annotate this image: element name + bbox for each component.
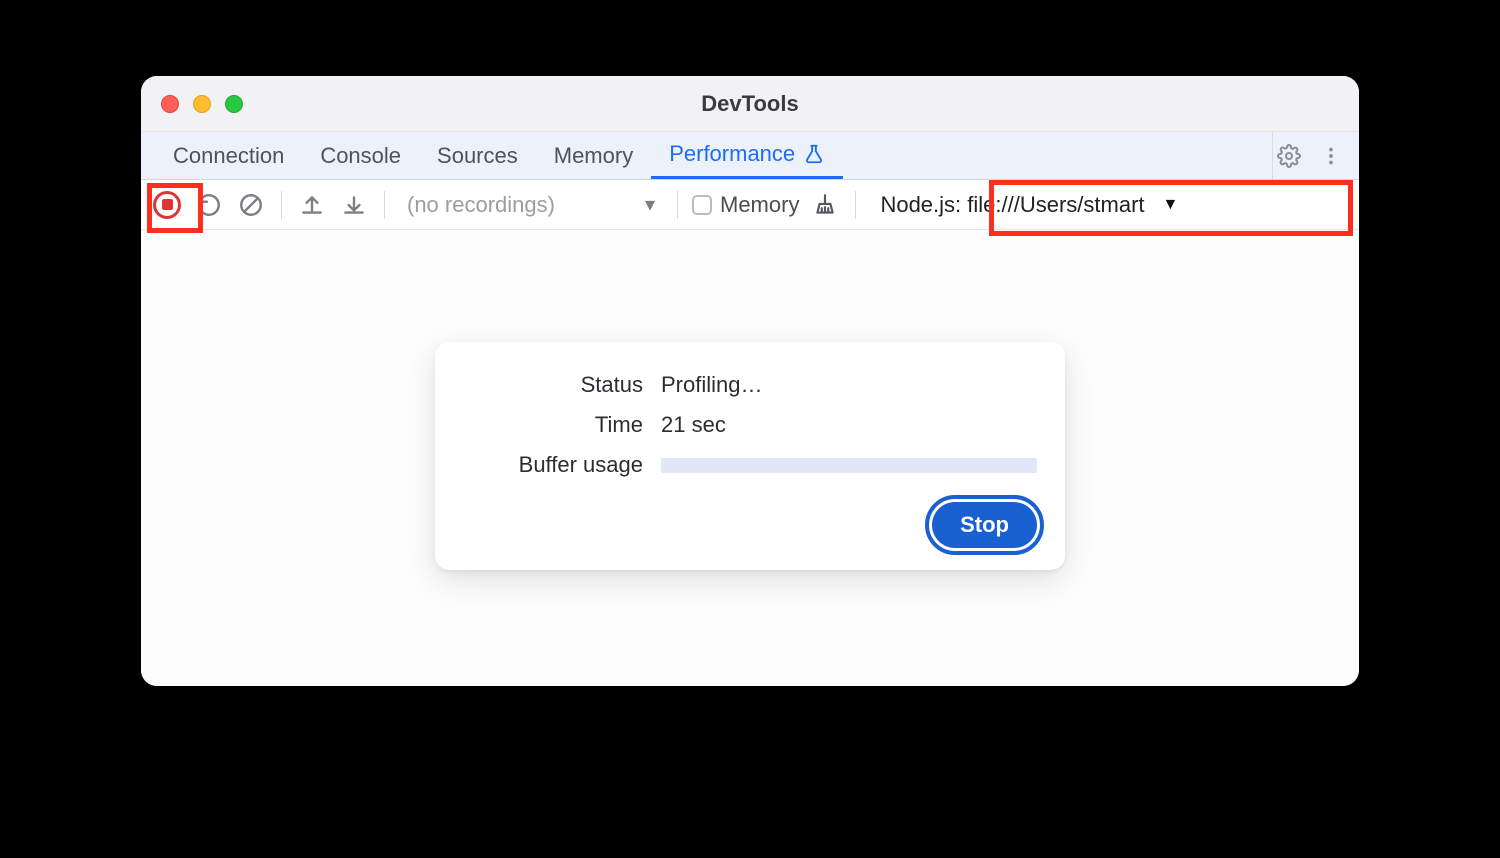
window-traffic-lights bbox=[141, 95, 243, 113]
memory-checkbox-label: Memory bbox=[720, 192, 799, 218]
window-zoom-button[interactable] bbox=[225, 95, 243, 113]
tab-label: Console bbox=[320, 143, 401, 169]
upload-icon bbox=[299, 192, 325, 218]
tab-connection[interactable]: Connection bbox=[155, 132, 302, 179]
window-close-button[interactable] bbox=[161, 95, 179, 113]
tab-label: Sources bbox=[437, 143, 518, 169]
time-label: Time bbox=[463, 412, 643, 438]
toolbar-divider bbox=[281, 191, 282, 219]
chevron-down-icon: ▼ bbox=[1163, 196, 1179, 214]
record-stop-icon bbox=[153, 191, 181, 219]
target-select[interactable]: Node.js: file:///Users/stmart ▼ bbox=[870, 192, 1190, 218]
tab-performance[interactable]: Performance bbox=[651, 132, 843, 179]
window-title: DevTools bbox=[141, 91, 1359, 117]
tab-label: Performance bbox=[669, 141, 795, 167]
performance-main: Status Profiling… Time 21 sec Buffer usa… bbox=[141, 230, 1359, 686]
stop-profiling-button[interactable]: Stop bbox=[932, 502, 1037, 548]
download-profile-button[interactable] bbox=[338, 189, 370, 221]
tab-console[interactable]: Console bbox=[302, 132, 419, 179]
more-vertical-icon bbox=[1320, 145, 1342, 167]
profiling-status-card: Status Profiling… Time 21 sec Buffer usa… bbox=[435, 342, 1065, 570]
status-label: Status bbox=[463, 372, 643, 398]
download-icon bbox=[341, 192, 367, 218]
tabs-right-actions bbox=[1272, 132, 1359, 179]
tab-label: Connection bbox=[173, 143, 284, 169]
reload-icon bbox=[196, 192, 222, 218]
toolbar-divider bbox=[677, 191, 678, 219]
status-value: Profiling… bbox=[661, 372, 1037, 398]
toolbar-divider bbox=[384, 191, 385, 219]
tab-memory[interactable]: Memory bbox=[536, 132, 651, 179]
tab-label: Memory bbox=[554, 143, 633, 169]
recordings-select-label: (no recordings) bbox=[407, 192, 555, 218]
time-value: 21 sec bbox=[661, 412, 1037, 438]
tab-sources[interactable]: Sources bbox=[419, 132, 536, 179]
upload-profile-button[interactable] bbox=[296, 189, 328, 221]
settings-button[interactable] bbox=[1273, 132, 1305, 179]
flask-icon bbox=[803, 143, 825, 165]
chevron-down-icon: ▾ bbox=[645, 192, 655, 217]
toolbar-divider bbox=[855, 191, 856, 219]
broom-icon bbox=[812, 192, 838, 218]
checkbox-box-icon bbox=[692, 195, 712, 215]
window-minimize-button[interactable] bbox=[193, 95, 211, 113]
recordings-select[interactable]: (no recordings) ▾ bbox=[399, 192, 663, 218]
clear-button[interactable] bbox=[235, 189, 267, 221]
buffer-usage-bar bbox=[661, 458, 1037, 473]
devtools-window: DevTools Connection Console Sources Memo… bbox=[141, 76, 1359, 686]
memory-checkbox[interactable]: Memory bbox=[692, 192, 799, 218]
record-button[interactable] bbox=[151, 189, 183, 221]
target-select-label: Node.js: file:///Users/stmart bbox=[880, 192, 1144, 218]
performance-toolbar: (no recordings) ▾ Memory Node.js: file:/… bbox=[141, 180, 1359, 230]
collect-garbage-button[interactable] bbox=[809, 189, 841, 221]
window-titlebar: DevTools bbox=[141, 76, 1359, 132]
gear-icon bbox=[1277, 144, 1301, 168]
more-button[interactable] bbox=[1315, 132, 1347, 179]
cancel-circle-icon bbox=[238, 192, 264, 218]
buffer-usage-value bbox=[661, 458, 1037, 473]
buffer-usage-label: Buffer usage bbox=[463, 452, 643, 478]
reload-and-record-button[interactable] bbox=[193, 189, 225, 221]
panel-tabs: Connection Console Sources Memory Perfor… bbox=[141, 132, 1359, 180]
